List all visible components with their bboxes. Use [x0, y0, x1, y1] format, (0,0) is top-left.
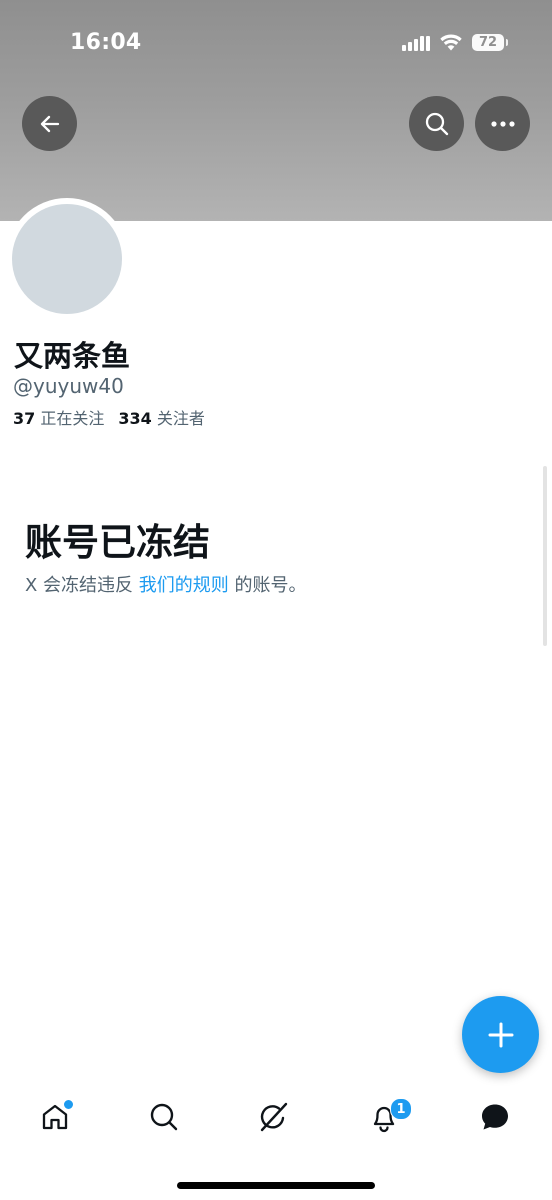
followers-label: 关注者: [156, 409, 205, 428]
tab-grok[interactable]: [244, 1085, 304, 1149]
scrollbar[interactable]: [543, 466, 547, 646]
suspended-message: X 会冻结违反 我们的规则 的账号。: [25, 571, 307, 597]
grok-icon: [260, 1102, 288, 1132]
arrow-left-icon: [40, 115, 59, 132]
search-icon: [150, 1103, 178, 1131]
suspended-text-after: 的账号。: [228, 575, 307, 596]
followers-count: 334: [118, 409, 152, 428]
more-button[interactable]: [475, 96, 530, 151]
tab-home[interactable]: [25, 1085, 85, 1149]
messages-icon: [482, 1104, 508, 1130]
home-new-dot: [63, 1099, 74, 1110]
search-button[interactable]: [409, 96, 464, 151]
rules-link[interactable]: 我们的规则: [139, 575, 229, 596]
tab-messages[interactable]: [465, 1085, 525, 1149]
wifi-icon: [440, 34, 462, 51]
search-icon: [425, 112, 448, 135]
more-horizontal-icon: [490, 120, 515, 127]
profile-banner: 16:04 72: [0, 0, 552, 221]
notifications-count-badge: 1: [390, 1098, 412, 1120]
follow-stats: 37 正在关注 334 关注者: [13, 405, 205, 429]
suspended-text-before: X 会冻结违反: [25, 575, 139, 596]
suspended-title: 账号已冻结: [25, 521, 210, 564]
display-name: 又两条鱼: [14, 339, 131, 373]
profile-page: 16:04 72 又两条鱼 @yuyuw40 37 正在关注 334 关注者 账…: [0, 0, 552, 1200]
bottom-tab-bar: 1: [0, 1085, 552, 1155]
status-time: 16:04: [70, 30, 142, 55]
avatar[interactable]: [12, 204, 122, 314]
following-label: 正在关注: [40, 409, 105, 428]
home-indicator[interactable]: [177, 1182, 375, 1189]
battery-icon: 72: [472, 34, 508, 51]
cellular-signal-icon: [402, 35, 430, 51]
avatar-frame: [6, 198, 128, 320]
battery-level: 72: [478, 35, 498, 50]
plus-icon: [488, 1022, 513, 1047]
status-icons: 72: [402, 34, 508, 51]
followers-link[interactable]: 334 关注者: [118, 409, 205, 428]
tab-explore[interactable]: [134, 1085, 194, 1149]
back-button[interactable]: [22, 96, 77, 151]
tab-notifications[interactable]: 1: [354, 1085, 414, 1149]
following-count: 37: [13, 409, 36, 428]
user-handle: @yuyuw40: [13, 374, 124, 398]
following-link[interactable]: 37 正在关注: [13, 409, 104, 428]
compose-button[interactable]: [462, 996, 539, 1073]
